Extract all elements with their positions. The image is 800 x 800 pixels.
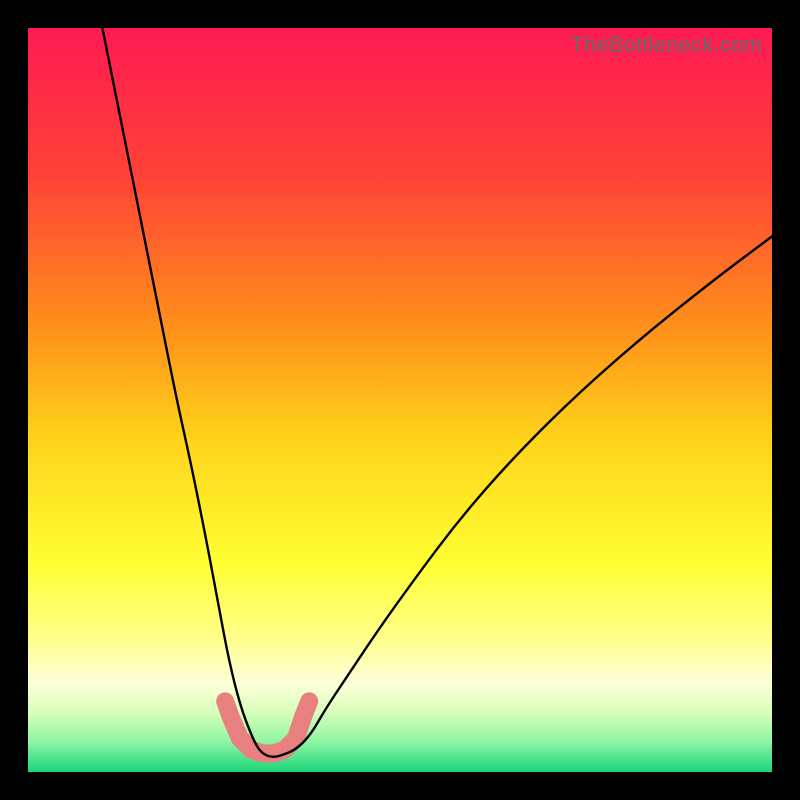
bottleneck-curve bbox=[102, 28, 772, 757]
bottom-marker-path bbox=[225, 701, 309, 753]
plot-frame: TheBottleneck.com bbox=[28, 28, 772, 772]
watermark-text: TheBottleneck.com bbox=[570, 32, 762, 58]
curve-layer bbox=[28, 28, 772, 772]
